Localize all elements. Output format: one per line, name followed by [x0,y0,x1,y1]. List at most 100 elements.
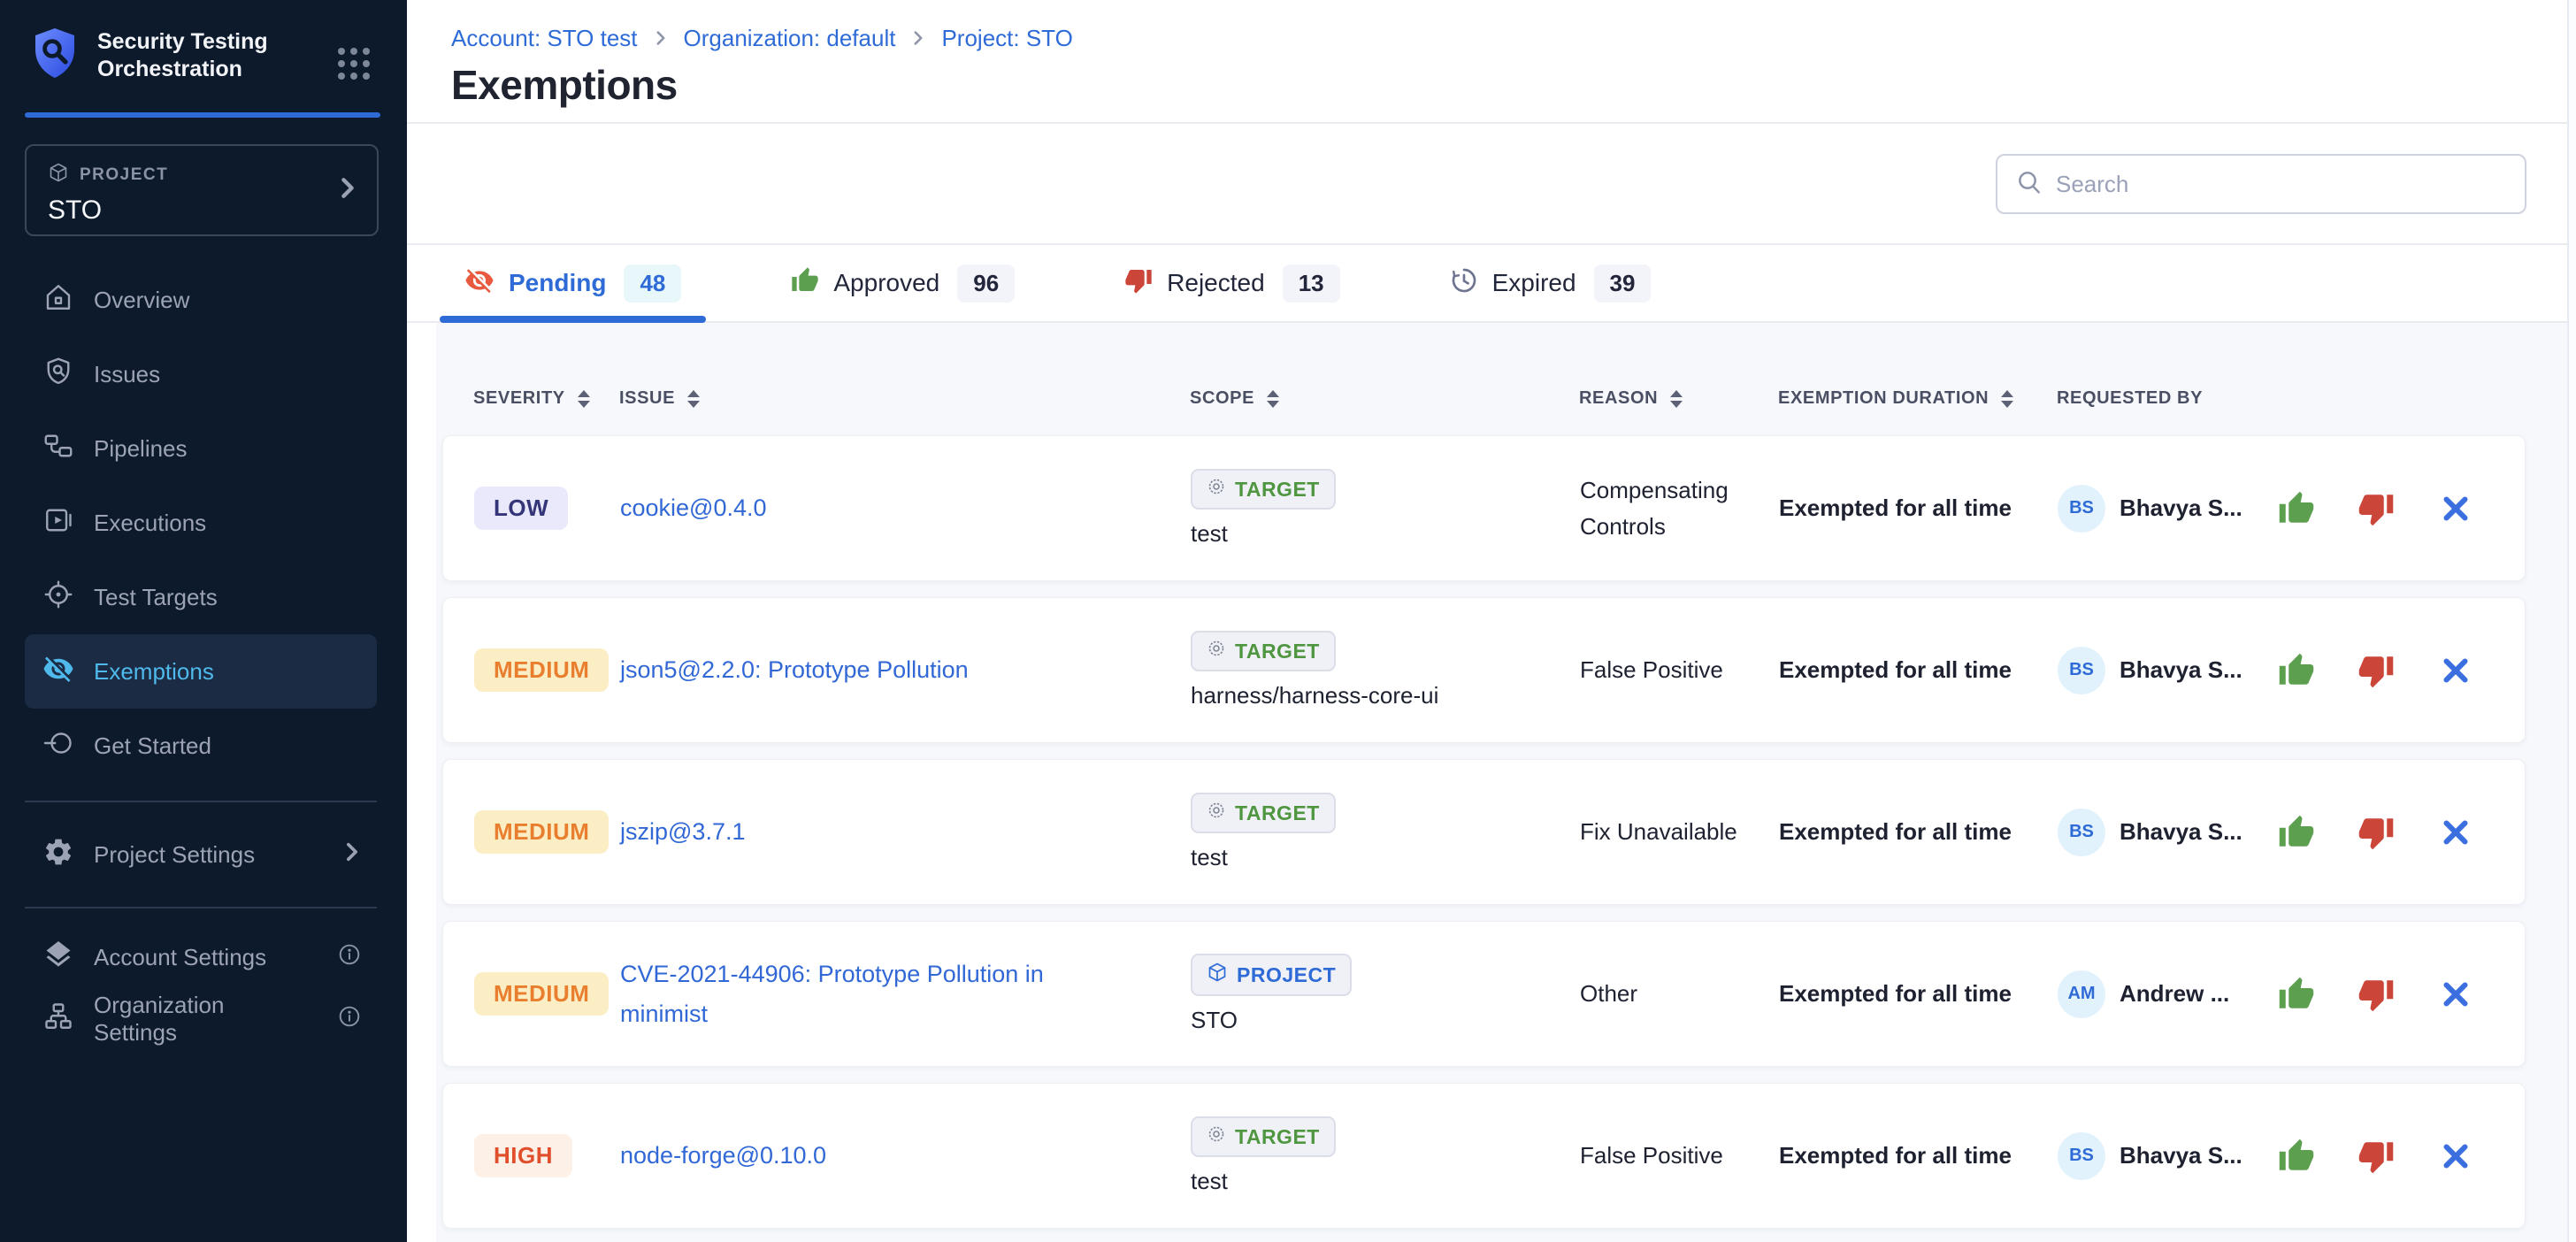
scope-project-icon [1207,962,1228,988]
home-icon [42,281,74,319]
info-icon[interactable] [338,1005,361,1034]
scope-type-label: TARGET [1235,1125,1320,1149]
cancel-request-button[interactable] [2435,974,2476,1015]
sidebar-item-label: Get Started [94,732,211,760]
tab-rejected[interactable]: Rejected 13 [1100,245,1364,321]
approve-button[interactable] [2276,650,2317,691]
issue-link[interactable]: jszip@3.7.1 [620,818,745,845]
search-input[interactable] [2056,171,2507,198]
tab-approved[interactable]: Approved 96 [766,245,1039,321]
scope-badge: TARGET [1191,793,1336,833]
reject-button[interactable] [2356,488,2396,529]
sidebar-item-issues[interactable]: Issues [25,337,377,411]
sidebar-item-get-started[interactable]: Get Started [25,709,377,783]
avatar: BS [2058,485,2105,533]
scope-name: test [1191,520,1228,548]
tab-count-badge: 13 [1283,264,1340,303]
cancel-request-button[interactable] [2435,1136,2476,1177]
chevron-right-icon [338,177,357,204]
approve-button[interactable] [2276,974,2317,1015]
reject-button[interactable] [2356,974,2396,1015]
sidebar-item-project-settings[interactable]: Project Settings [25,820,377,889]
tab-pending[interactable]: Pending 48 [440,245,706,321]
sidebar-item-pipelines[interactable]: Pipelines [25,411,377,486]
approve-button[interactable] [2276,812,2317,853]
approve-button[interactable] [2276,488,2317,529]
sidebar-divider [25,801,377,802]
sidebar-item-label: Organization Settings [94,992,299,1046]
gear-icon [42,836,74,874]
tab-bar: Pending 48 Approved 96 Rejected 13 Expir… [407,245,2576,323]
breadcrumb-account-link[interactable]: Account: STO test [451,25,638,52]
sidebar-header: Security Testing Orchestration [0,0,407,84]
sort-icon[interactable] [1670,390,1683,408]
sidebar-item-test-targets[interactable]: Test Targets [25,560,377,634]
sidebar-item-organization-settings[interactable]: Organization Settings [25,988,377,1050]
column-header-exemption-duration[interactable]: EXEMPTION DURATION [1778,388,2057,409]
sidebar-item-account-settings[interactable]: Account Settings [25,926,377,988]
issue-link[interactable]: cookie@0.4.0 [620,494,767,521]
scope-badge: TARGET [1191,1116,1336,1157]
column-header-reason[interactable]: REASON [1579,388,1778,409]
sort-icon[interactable] [578,390,590,408]
requested-by-name: Bhavya S... [2120,1142,2242,1169]
pipeline-icon [42,430,74,468]
cancel-request-button[interactable] [2435,650,2476,691]
approve-button[interactable] [2276,1136,2317,1177]
issue-link[interactable]: CVE-2021-44906: Prototype Pollution in m… [620,961,1044,1027]
module-grid-icon[interactable] [338,48,370,80]
reason-text: Compensating Controls [1580,472,1779,544]
avatar: BS [2058,809,2105,856]
sort-icon[interactable] [2001,390,2013,408]
main-content: Account: STO test Organization: default … [407,0,2576,1242]
avatar: BS [2058,647,2105,694]
breadcrumb-organization-link[interactable]: Organization: default [684,25,896,52]
project-selector-value: STO [48,196,356,226]
tab-expired[interactable]: Expired 39 [1425,245,1676,321]
sidebar-item-overview[interactable]: Overview [25,263,377,337]
cancel-request-button[interactable] [2435,812,2476,853]
table-row: LOW cookie@0.4.0 TARGET test Compensatin… [442,435,2526,581]
reject-button[interactable] [2356,650,2396,691]
sort-icon[interactable] [1267,390,1279,408]
tab-count-badge: 39 [1594,264,1652,303]
sidebar-item-exemptions[interactable]: Exemptions [25,634,377,709]
search-box[interactable] [1996,154,2526,214]
sidebar-nav: Overview Issues Pipelines Executions Tes… [0,263,407,783]
layers-icon [42,939,74,977]
reject-button[interactable] [2356,1136,2396,1177]
avatar: AM [2058,970,2105,1018]
scope-type-label: PROJECT [1237,963,1336,987]
sidebar-item-label: Issues [94,361,160,388]
search-icon [2015,168,2043,201]
module-accent-bar [25,112,380,118]
eye-slash-icon [464,265,494,302]
reason-text: Other [1580,976,1779,1011]
tab-count-badge: 96 [957,264,1015,303]
sidebar-item-executions[interactable]: Executions [25,486,377,560]
reject-button[interactable] [2356,812,2396,853]
issue-link[interactable]: node-forge@0.10.0 [620,1142,826,1169]
table-row: HIGH node-forge@0.10.0 TARGET test False… [442,1083,2526,1229]
scope-target-icon [1207,1124,1226,1149]
scope-name: STO [1191,1007,1238,1034]
sidebar-item-label: Test Targets [94,584,218,611]
exemption-duration-text: Exempted for all time [1779,494,2058,522]
column-header-scope[interactable]: SCOPE [1190,388,1579,409]
history-clock-icon [1450,266,1478,301]
cancel-request-button[interactable] [2435,488,2476,529]
info-icon[interactable] [338,943,361,972]
scrollbar[interactable] [2567,0,2576,1242]
chevron-right-icon [654,25,668,52]
project-selector[interactable]: PROJECT STO [25,144,379,236]
sort-icon[interactable] [687,390,700,408]
scope-type-label: TARGET [1235,640,1320,663]
scope-name: test [1191,844,1228,871]
severity-badge: LOW [474,487,568,530]
table-row: MEDIUM jszip@3.7.1 TARGET test Fix Unava… [442,759,2526,905]
breadcrumb-project-link[interactable]: Project: STO [941,25,1072,52]
column-header-severity[interactable]: SEVERITY [473,388,619,409]
column-header-issue[interactable]: ISSUE [619,388,1190,409]
issue-link[interactable]: json5@2.2.0: Prototype Pollution [620,656,969,683]
sidebar: Security Testing Orchestration PROJECT S… [0,0,407,1242]
